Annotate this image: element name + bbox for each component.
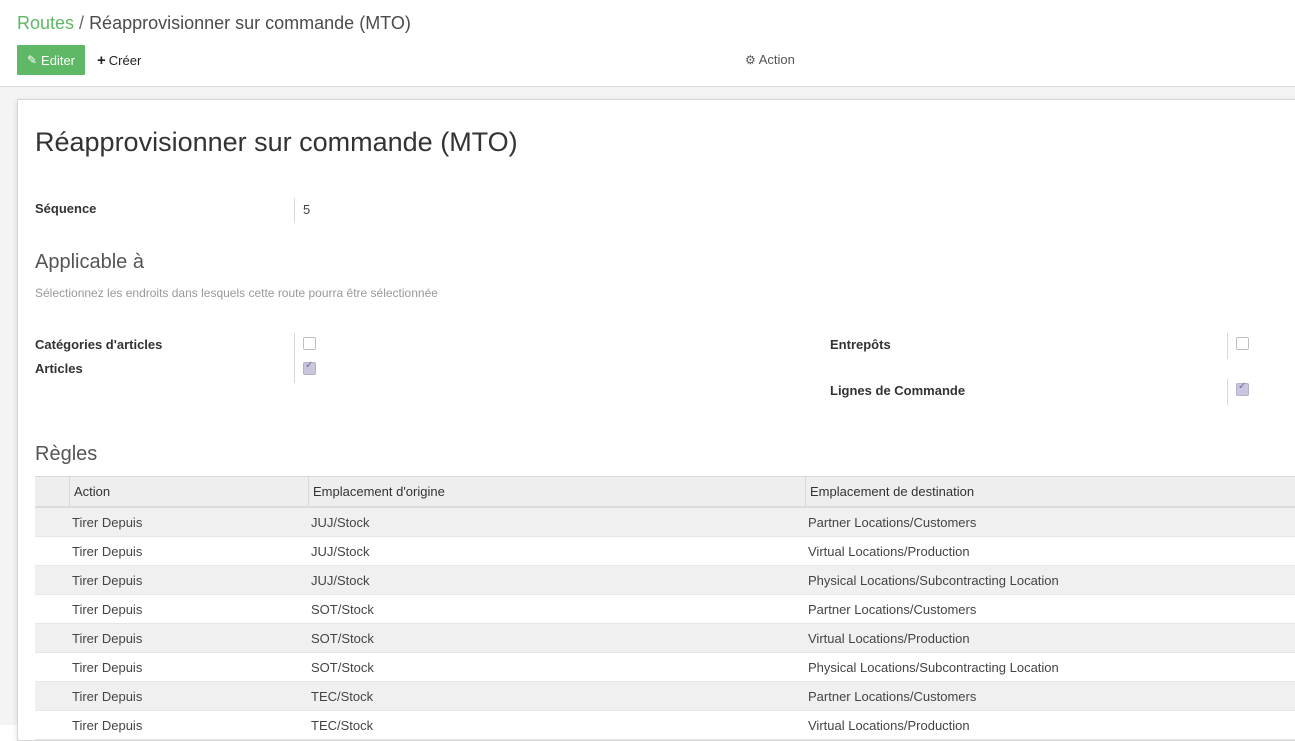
action-cell: Tirer Depuis: [72, 572, 143, 588]
product-categories-label: Catégories d'articles: [35, 337, 163, 352]
edit-button[interactable]: ✎ Editer: [17, 45, 85, 75]
breadcrumb-separator: /: [79, 13, 85, 33]
destination-location-cell: Partner Locations/Customers: [808, 514, 977, 530]
plus-icon: +: [97, 52, 106, 69]
table-row[interactable]: Tirer Depuis JUJ/Stock Physical Locations/…: [35, 566, 1295, 594]
action-cell: Tirer Depuis: [72, 601, 143, 617]
field-divider: [1227, 333, 1228, 359]
row-handle-cell: [35, 508, 69, 536]
breadcrumb: Routes / Réapprovisionner sur commande (MT…: [17, 13, 411, 34]
rules-section-title: Règles: [35, 443, 98, 465]
row-handle-cell: [35, 711, 69, 739]
order-lines-label: Lignes de Commande: [830, 383, 966, 398]
destination-location-cell: Virtual Locations/Production: [808, 630, 970, 646]
breadcrumb-routes-link[interactable]: Routes: [17, 13, 74, 33]
table-header-handle-column: [35, 477, 73, 506]
action-cell: Tirer Depuis: [72, 688, 143, 704]
action-cell: Tirer Depuis: [72, 717, 143, 733]
table-body: Tirer Depuis JUJ/Stock Partner Locations/C…: [35, 508, 1295, 740]
products-label: Articles: [35, 361, 83, 376]
action-dropdown[interactable]: ⚙ Action: [745, 52, 795, 67]
product-categories-checkbox[interactable]: [303, 337, 316, 350]
applicable-section-title: Applicable à: [35, 251, 144, 273]
action-dropdown-label: Action: [758, 52, 795, 67]
edit-button-label: Editer: [41, 52, 76, 68]
source-location-cell: TEC/Stock: [311, 717, 374, 733]
field-divider: [1227, 379, 1228, 405]
row-handle-cell: [35, 653, 69, 681]
table-row[interactable]: Tirer Depuis SOT/Stock Partner Locations/C…: [35, 594, 1295, 624]
destination-location-cell: Partner Locations/Customers: [808, 688, 977, 704]
destination-location-cell: Virtual Locations/Production: [808, 543, 970, 559]
products-checkbox[interactable]: [303, 360, 316, 375]
row-handle-cell: [35, 624, 69, 652]
row-handle-cell: [35, 566, 69, 594]
warehouses-checkbox[interactable]: [1236, 337, 1249, 350]
action-cell: Tirer Depuis: [72, 514, 143, 530]
destination-location-cell: Virtual Locations/Production: [808, 717, 970, 733]
sequence-value: 5: [303, 202, 311, 217]
column-header-action[interactable]: Action: [69, 477, 313, 506]
source-location-cell: SOT/Stock: [311, 630, 374, 646]
create-button-label: Créer: [108, 53, 142, 68]
table-row[interactable]: Tirer Depuis TEC/Stock Partner Locations/C…: [35, 682, 1295, 710]
table-row[interactable]: Tirer Depuis SOT/Stock Physical Locations/…: [35, 652, 1295, 682]
table-row[interactable]: Tirer Depuis JUJ/Stock Virtual Locations/P…: [35, 536, 1295, 566]
field-divider: [294, 198, 295, 222]
source-location-cell: JUJ/Stock: [311, 514, 370, 530]
row-handle-cell: [35, 537, 69, 565]
column-header-destination-location[interactable]: Emplacement de destination: [805, 477, 1295, 506]
form-sheet: Réapprovisionner sur commande (MTO) Séqu…: [17, 99, 1295, 741]
table-row[interactable]: Tirer Depuis JUJ/Stock Partner Locations/C…: [35, 508, 1295, 536]
record-title: Réapprovisionner sur commande (MTO): [35, 127, 518, 157]
create-button[interactable]: + Créer: [97, 52, 141, 69]
order-lines-checkbox[interactable]: [1236, 381, 1249, 396]
breadcrumb-current: Réapprovisionner sur commande (MTO): [89, 13, 411, 33]
destination-location-cell: Partner Locations/Customers: [808, 601, 977, 617]
source-location-cell: JUJ/Stock: [311, 543, 370, 559]
control-panel: Routes / Réapprovisionner sur commande (MT…: [0, 0, 1295, 87]
table-row[interactable]: Tirer Depuis TEC/Stock Virtual Locations/P…: [35, 710, 1295, 740]
column-header-source-location[interactable]: Emplacement d'origine: [308, 477, 810, 506]
destination-location-cell: Physical Locations/Subcontracting Locati…: [808, 572, 1059, 588]
row-handle-cell: [35, 682, 69, 710]
source-location-cell: TEC/Stock: [311, 688, 374, 704]
action-cell: Tirer Depuis: [72, 659, 143, 675]
row-handle-cell: [35, 595, 69, 623]
field-divider: [294, 333, 295, 383]
action-cell: Tirer Depuis: [72, 543, 143, 559]
table-header-row: Action Emplacement d'origine Emplacement…: [35, 476, 1295, 508]
table-row[interactable]: Tirer Depuis SOT/Stock Virtual Locations/P…: [35, 624, 1295, 652]
source-location-cell: JUJ/Stock: [311, 572, 370, 588]
applicable-help-text: Sélectionnez les endroits dans lesquels …: [35, 286, 438, 300]
pencil-icon: ✎: [26, 53, 38, 67]
rules-table: Action Emplacement d'origine Emplacement…: [35, 476, 1295, 740]
warehouses-label: Entrepôts: [830, 337, 891, 352]
source-location-cell: SOT/Stock: [311, 601, 374, 617]
sequence-label: Séquence: [35, 201, 97, 216]
source-location-cell: SOT/Stock: [311, 659, 374, 675]
destination-location-cell: Physical Locations/Subcontracting Locati…: [808, 659, 1059, 675]
gear-icon: ⚙: [745, 53, 756, 67]
action-cell: Tirer Depuis: [72, 630, 143, 646]
